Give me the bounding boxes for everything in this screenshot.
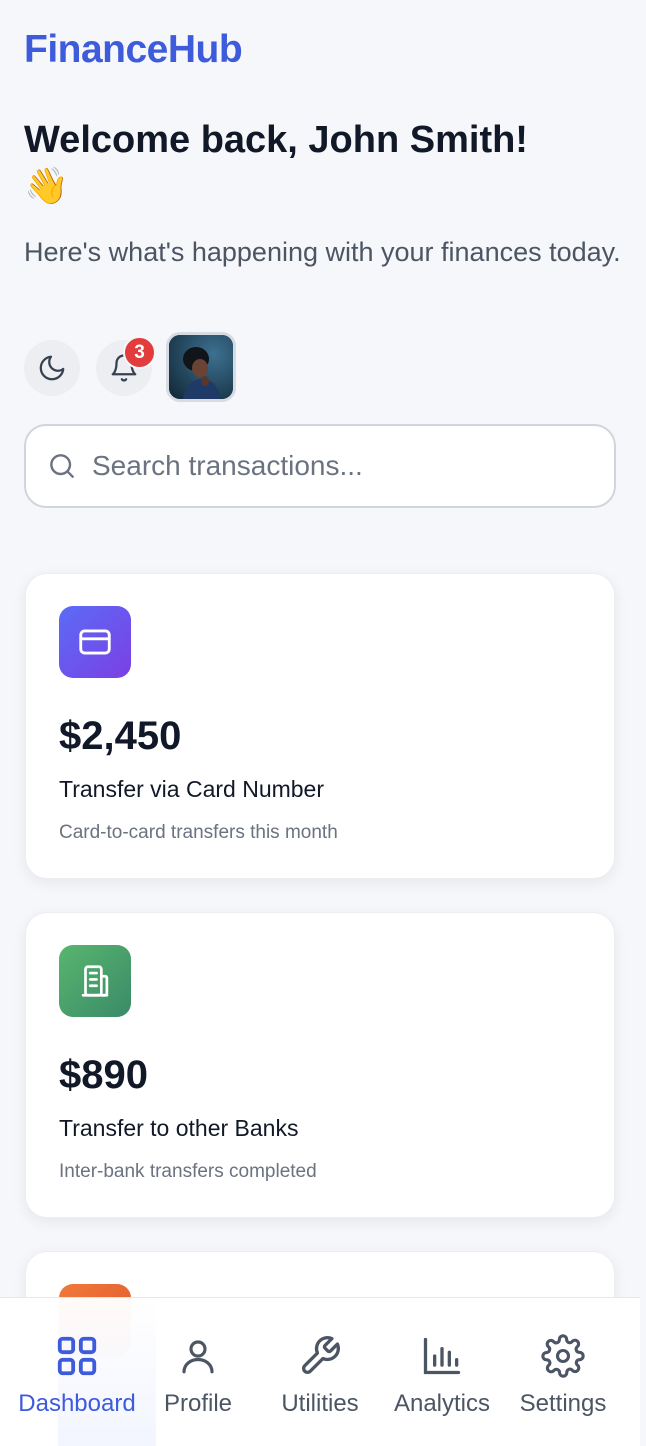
credit-card-icon (79, 629, 111, 655)
dashboard-icon (57, 1336, 97, 1376)
bottom-navigation: Dashboard Profile Utilities Analytics Se… (0, 1297, 640, 1446)
nav-label-analytics: Analytics (393, 1390, 491, 1417)
nav-label-profile: Profile (163, 1390, 233, 1417)
nav-item-dashboard[interactable]: Dashboard (14, 1298, 140, 1446)
bar-chart-icon (423, 1337, 461, 1375)
wrench-icon (302, 1336, 340, 1374)
search-bar[interactable] (24, 424, 616, 508)
user-icon (182, 1340, 214, 1374)
nav-item-utilities[interactable]: Utilities (270, 1298, 370, 1446)
welcome-text: Welcome back, John Smith! (24, 119, 528, 161)
welcome-heading: Welcome back, John Smith! 👋 (24, 116, 624, 208)
brand-logo[interactable]: FinanceHub (24, 28, 243, 72)
card-transfer-other-banks[interactable]: $890 Transfer to other Banks Inter-bank … (25, 912, 615, 1218)
nav-item-settings[interactable]: Settings (512, 1298, 614, 1446)
card-description: Card-to-card transfers this month (59, 822, 338, 843)
theme-toggle-button[interactable] (24, 340, 80, 396)
gear-icon (541, 1334, 585, 1378)
card-icon-tile (59, 945, 131, 1017)
wave-emoji: 👋 (24, 165, 69, 206)
card-amount: $2,450 (59, 714, 182, 758)
dashboard-page: FinanceHub Welcome back, John Smith! 👋 H… (0, 0, 646, 1446)
welcome-subtitle: Here's what's happening with your financ… (24, 237, 621, 267)
nav-item-analytics[interactable]: Analytics (384, 1298, 500, 1446)
nav-label-utilities: Utilities (281, 1390, 359, 1417)
card-title: Transfer to other Banks (59, 1115, 299, 1141)
bank-building-icon (81, 965, 109, 997)
search-icon (50, 454, 74, 478)
search-input[interactable] (92, 450, 572, 482)
card-icon-tile (59, 606, 131, 678)
nav-label-dashboard: Dashboard (18, 1390, 136, 1417)
user-avatar[interactable] (166, 332, 236, 402)
nav-label-settings: Settings (519, 1390, 607, 1417)
card-amount: $890 (59, 1053, 148, 1097)
avatar-image (169, 335, 233, 399)
notification-count-badge: 3 (123, 336, 156, 369)
moon-icon (39, 355, 65, 381)
card-transfer-card-number[interactable]: $2,450 Transfer via Card Number Card-to-… (25, 573, 615, 879)
card-description: Inter-bank transfers completed (59, 1161, 317, 1182)
card-title: Transfer via Card Number (59, 776, 325, 802)
nav-item-profile[interactable]: Profile (148, 1298, 248, 1446)
